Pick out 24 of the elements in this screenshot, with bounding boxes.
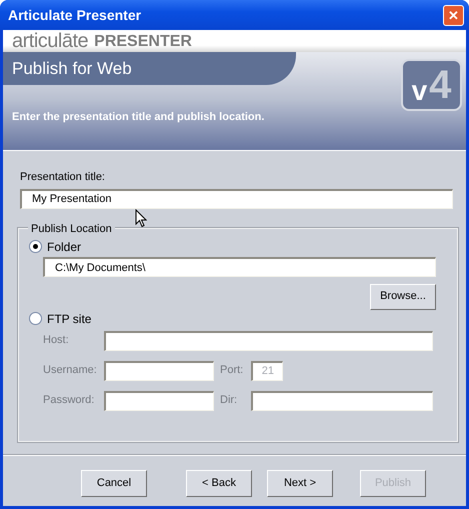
dialog-button[interactable]: < Back <box>186 470 252 496</box>
field-label: Port: <box>220 363 244 378</box>
version-number: 4 <box>429 65 452 105</box>
field-label: Password: <box>43 393 96 408</box>
field-label: Host: <box>43 333 70 348</box>
field-label: Presentation title: <box>20 170 106 185</box>
radio-label: FTP site <box>47 310 92 328</box>
field-label: Username: <box>43 363 98 378</box>
radio-label: Folder <box>47 238 82 256</box>
radio-button[interactable] <box>29 240 42 253</box>
page-subtitle: Enter the presentation title and publish location. <box>12 110 266 125</box>
window-title: Articulate Presenter <box>8 6 142 24</box>
product-name: PRESENTER <box>94 33 192 51</box>
brand-name: articulāte <box>12 31 88 51</box>
dialog-button[interactable]: Next > <box>267 470 333 496</box>
version-letter: v <box>412 77 428 105</box>
radio-button[interactable] <box>29 312 42 325</box>
browse-button[interactable]: Browse... <box>370 284 436 310</box>
dialog-button[interactable]: Cancel <box>81 470 147 496</box>
close-button[interactable]: ✕ <box>443 4 464 26</box>
folder-path-input[interactable]: C:\My Documents\ <box>43 257 436 277</box>
field-label: Dir: <box>220 393 238 408</box>
title-input[interactable]: My Presentation <box>20 188 453 208</box>
page-title: Publish for Web <box>12 58 132 80</box>
